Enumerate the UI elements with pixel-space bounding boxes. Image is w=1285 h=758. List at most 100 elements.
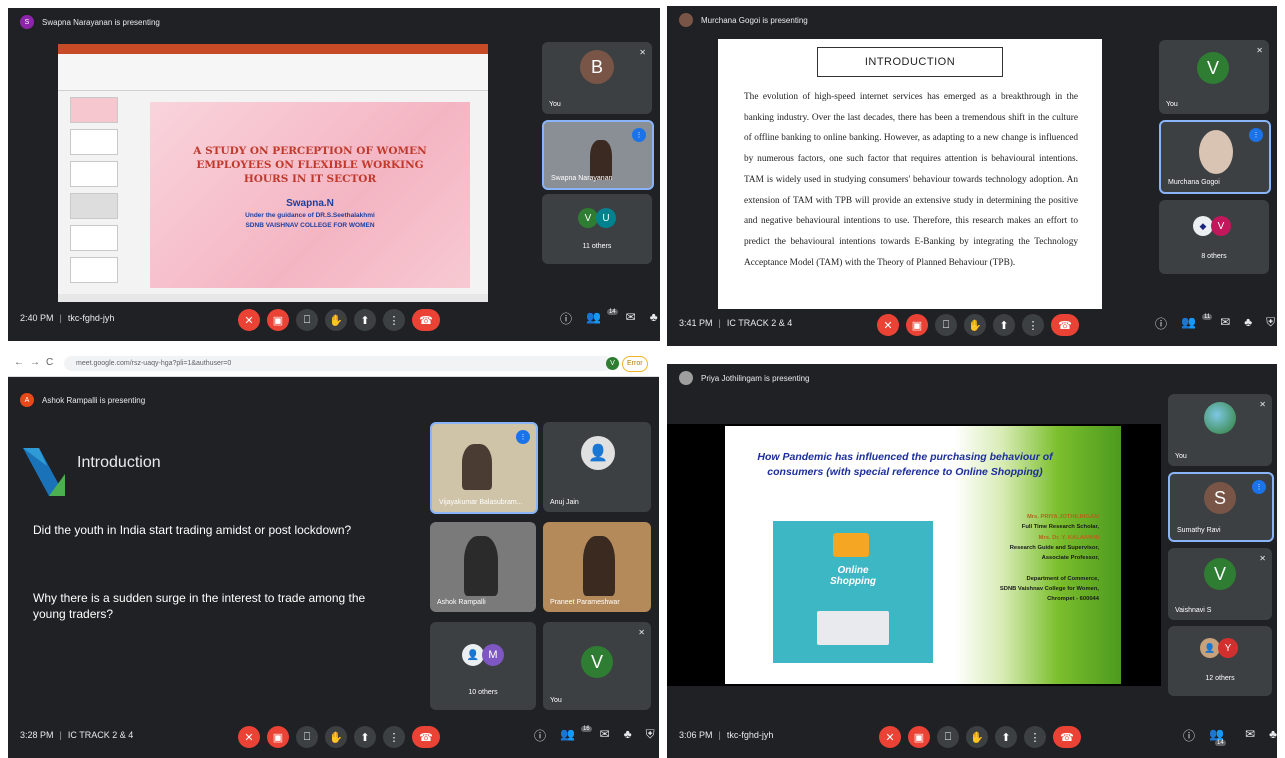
- camera-off-button[interactable]: ▣: [908, 726, 930, 748]
- leave-call-button[interactable]: ☎: [1051, 314, 1079, 336]
- profile-avatar[interactable]: V: [606, 357, 619, 370]
- leave-call-button[interactable]: ☎: [1053, 726, 1081, 748]
- tile-name: Swapna Narayanan: [551, 175, 613, 182]
- present-button[interactable]: ⬆: [354, 309, 376, 331]
- participant-tile-ashok[interactable]: Ashok Rampalli: [430, 522, 536, 612]
- back-icon[interactable]: ←: [14, 357, 24, 368]
- present-button[interactable]: ⬆: [995, 726, 1017, 748]
- mic-off-button[interactable]: ✕: [877, 314, 899, 336]
- captions-button[interactable]: ⎕: [937, 726, 959, 748]
- participant-video: [583, 536, 615, 596]
- raise-hand-button[interactable]: ✋: [325, 309, 347, 331]
- info-icon[interactable]: ⓘ: [1183, 727, 1195, 755]
- leave-call-button[interactable]: ☎: [412, 309, 440, 331]
- activities-icon[interactable]: ♣: [1269, 727, 1277, 755]
- slide-credit-line: [1000, 563, 1099, 573]
- participant-tile-you[interactable]: B ✕ You: [542, 42, 652, 114]
- slide-thumbnail[interactable]: [70, 129, 118, 155]
- participant-tile-praneet[interactable]: Praneet Parameshwar: [543, 522, 651, 612]
- participant-video: [464, 536, 498, 596]
- activities-icon[interactable]: ♣: [624, 727, 632, 744]
- more-options-button[interactable]: ⋮: [1022, 314, 1044, 336]
- participant-tile-others[interactable]: V U 11 others: [542, 194, 652, 264]
- more-options-button[interactable]: ⋮: [383, 726, 405, 748]
- chat-icon[interactable]: ✉: [600, 727, 610, 744]
- participant-tile-vijayakumar[interactable]: ⋮ Vijayakumar Balasubram...: [430, 422, 538, 514]
- participant-tile-you[interactable]: V ✕ You: [543, 622, 651, 710]
- raise-hand-button[interactable]: ✋: [966, 726, 988, 748]
- call-controls: ✕ ▣ ⎕ ✋ ⬆ ⋮ ☎: [879, 726, 1081, 748]
- slide-content: How Pandemic has influenced the purchasi…: [725, 426, 1121, 684]
- mic-off-button[interactable]: ✕: [238, 726, 260, 748]
- tile-name: 12 others: [1205, 675, 1235, 682]
- meeting-time: 3:06 PM: [679, 730, 713, 740]
- presenting-label: Ashok Rampalli is presenting: [42, 395, 146, 405]
- tile-name: You: [1175, 453, 1187, 460]
- captions-button[interactable]: ⎕: [296, 309, 318, 331]
- captions-button[interactable]: ⎕: [935, 314, 957, 336]
- slide-thumbnail[interactable]: [70, 97, 118, 123]
- host-controls-icon[interactable]: ⛨: [1266, 315, 1275, 332]
- present-button[interactable]: ⬆: [354, 726, 376, 748]
- more-options-button[interactable]: ⋮: [383, 309, 405, 331]
- presenter-avatar: A: [20, 393, 34, 407]
- people-icon[interactable]: 👥 16: [560, 726, 592, 744]
- tile-name: Vijayakumar Balasubram...: [439, 499, 523, 506]
- presenter-avatar: [679, 371, 693, 385]
- avatar: 👤: [462, 644, 484, 666]
- raise-hand-button[interactable]: ✋: [964, 314, 986, 336]
- host-controls-icon[interactable]: ⛨: [646, 727, 655, 744]
- captions-button[interactable]: ⎕: [296, 726, 318, 748]
- slide-thumbnail[interactable]: [70, 193, 118, 219]
- camera-off-button[interactable]: ▣: [267, 726, 289, 748]
- participant-tile-others[interactable]: 👤 Y 12 others: [1168, 626, 1272, 696]
- info-icon[interactable]: ⓘ: [1155, 315, 1167, 332]
- avatar: 👤: [1200, 638, 1220, 658]
- slide-credit-line: Mrs. Dr. Y. KALAIVANI: [1038, 534, 1099, 541]
- slide-thumbnail[interactable]: [70, 161, 118, 187]
- more-options-button[interactable]: ⋮: [1024, 726, 1046, 748]
- participant-tile-others[interactable]: ◆ V 8 others: [1159, 200, 1269, 274]
- people-count: 14: [606, 309, 618, 315]
- chat-icon[interactable]: ✉: [626, 310, 636, 327]
- info-icon[interactable]: ⓘ: [560, 310, 572, 327]
- leave-call-button[interactable]: ☎: [412, 726, 440, 748]
- mic-off-button[interactable]: ✕: [879, 726, 901, 748]
- presenting-label: Murchana Gogoi is presenting: [701, 15, 808, 25]
- people-icon[interactable]: 👥14: [1209, 727, 1231, 755]
- forward-icon[interactable]: →: [30, 357, 40, 368]
- mic-off-button[interactable]: ✕: [238, 309, 260, 331]
- activities-icon[interactable]: ♣: [1244, 315, 1252, 332]
- extension-error-badge[interactable]: Error: [622, 356, 648, 372]
- slide-author: Swapna.N: [286, 198, 334, 209]
- slide-credit-line: Full Time Research Scholar,: [1021, 524, 1099, 531]
- camera-off-button[interactable]: ▣: [267, 309, 289, 331]
- tile-name: 8 others: [1201, 253, 1227, 260]
- slide-question-1: Did the youth in India start trading ami…: [33, 523, 352, 537]
- present-button[interactable]: ⬆: [993, 314, 1015, 336]
- participant-tile-vaishnavi[interactable]: V ✕ Vaishnavi S: [1168, 548, 1272, 620]
- participant-tile-anuj[interactable]: 👤 Anuj Jain: [543, 422, 651, 512]
- tile-name: You: [549, 101, 561, 108]
- participant-tile-you[interactable]: V ✕ You: [1159, 40, 1269, 114]
- address-bar[interactable]: meet.google.com/rsz-uaqy-hga?pli=1&authu…: [64, 356, 612, 371]
- activities-icon[interactable]: ♣: [650, 310, 658, 327]
- reload-icon[interactable]: C: [46, 357, 53, 368]
- slide-thumbnails[interactable]: [62, 94, 120, 294]
- participant-tile-murchana[interactable]: ⋮ Murchana Gogoi: [1159, 120, 1271, 194]
- participant-tile-others[interactable]: 👤 M 10 others: [430, 622, 536, 710]
- participant-tile-swapna[interactable]: ⋮ Swapna Narayanan: [542, 120, 654, 190]
- info-icon[interactable]: ⓘ: [534, 727, 546, 744]
- chat-icon[interactable]: ✉: [1245, 727, 1255, 755]
- people-icon[interactable]: 👥14: [586, 309, 618, 327]
- participant-tile-sumathy[interactable]: S ⋮ Sumathy Ravi: [1168, 472, 1274, 542]
- slide-thumbnail[interactable]: [70, 257, 118, 283]
- participant-tile-you[interactable]: ✕ You: [1168, 394, 1272, 466]
- meet-window-ashok: ← → C meet.google.com/rsz-uaqy-hga?pli=1…: [8, 352, 659, 758]
- side-controls: ⓘ 👥14 ✉ ♣: [560, 309, 658, 327]
- slide-thumbnail[interactable]: [70, 225, 118, 251]
- people-icon[interactable]: 👥 11: [1181, 314, 1213, 332]
- camera-off-button[interactable]: ▣: [906, 314, 928, 336]
- chat-icon[interactable]: ✉: [1220, 315, 1230, 332]
- raise-hand-button[interactable]: ✋: [325, 726, 347, 748]
